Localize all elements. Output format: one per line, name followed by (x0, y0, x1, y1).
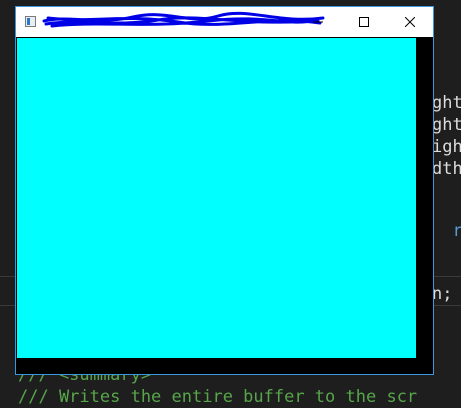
window-titlebar[interactable] (16, 7, 433, 37)
code-line-2: ght (432, 115, 461, 135)
title-redaction-scribble (42, 11, 325, 28)
code-line-1: ght (432, 93, 461, 113)
minimize-button[interactable] (295, 7, 341, 37)
close-button[interactable] (387, 7, 433, 37)
maximize-icon (359, 17, 369, 27)
app-window (15, 6, 434, 375)
code-token-keyword: rt (452, 221, 461, 241)
code-line-5: rt) (432, 198, 461, 242)
window-client-area[interactable] (17, 38, 416, 358)
app-window-icon (25, 16, 36, 27)
code-line-6: n; (432, 284, 453, 304)
code-line-4: dth (432, 159, 461, 179)
minimize-icon (313, 21, 323, 23)
maximize-button[interactable] (341, 7, 387, 37)
code-line-3: igh (432, 137, 461, 157)
code-comment-writes: /// Writes the entire buffer to the scr (18, 387, 418, 407)
close-icon (405, 17, 415, 27)
